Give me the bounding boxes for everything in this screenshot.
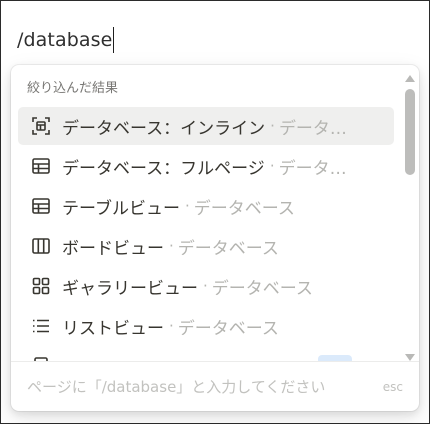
footer-hint: ページに「/database」と入力してください [27, 378, 326, 396]
editor-command-line[interactable]: /database [17, 25, 115, 55]
menu-item-inline-database[interactable]: データベース：インライン · データ… [18, 107, 394, 145]
slash-command-text[interactable]: /database [17, 29, 112, 51]
board-icon [30, 235, 52, 257]
menu-footer: ページに「/database」と入力してください esc [11, 362, 419, 411]
menu-item-full-page-database[interactable]: データベース：フルページ · データ… [18, 147, 394, 185]
section-header-filtered-results: 絞り込んだ結果 [27, 81, 119, 96]
menu-item-gallery-view[interactable]: ギャラリービュー · データベース [18, 267, 394, 305]
menu-item-separator: · [184, 197, 190, 215]
menu-item-label: テーブルビュー [62, 198, 180, 219]
table-icon [30, 195, 52, 217]
menu-item-description: データベース [211, 278, 313, 299]
menu-item-partially-visible[interactable] [18, 347, 394, 361]
esc-shortcut-hint[interactable]: esc [383, 380, 403, 394]
scroll-thumb[interactable] [405, 89, 415, 175]
text-caret [113, 27, 115, 53]
menu-item-description: データベース [193, 198, 295, 219]
menu-item-label: ギャラリービュー [62, 278, 198, 299]
gallery-icon [30, 275, 52, 297]
command-list[interactable]: 絞り込んだ結果 データベース：インライン · データ… データベース：フルページ… [11, 65, 403, 361]
menu-item-table-view[interactable]: テーブルビュー · データベース [18, 187, 394, 225]
menu-item-list-view[interactable]: リストビュー · データベース [18, 307, 394, 345]
table-icon [30, 155, 52, 177]
scroll-up-arrow-icon[interactable] [405, 75, 415, 82]
inline-database-icon [30, 115, 52, 137]
menu-item-board-view[interactable]: ボードビュー · データベース [18, 227, 394, 265]
menu-item-description: データ… [278, 158, 347, 179]
menu-item-separator: · [169, 237, 174, 255]
menu-item-description: データ… [278, 118, 347, 139]
menu-scrollbar[interactable] [403, 71, 417, 363]
menu-item-label: データベース：インライン [62, 118, 266, 139]
menu-item-label: リストビュー [62, 318, 164, 339]
menu-item-separator: · [203, 277, 208, 295]
menu-item-description: データベース [177, 238, 279, 259]
menu-item-label: データベース：フルページ [62, 158, 265, 179]
screenshot-frame: /database 絞り込んだ結果 データベース：インライン · データ… デー… [0, 0, 430, 424]
menu-item-separator: · [269, 157, 275, 175]
slash-command-menu: 絞り込んだ結果 データベース：インライン · データ… データベース：フルページ… [11, 65, 419, 411]
menu-item-description: データベース [177, 318, 279, 339]
list-icon [30, 315, 52, 337]
menu-item-separator: · [270, 117, 275, 135]
scroll-down-arrow-icon[interactable] [405, 354, 415, 361]
menu-item-separator: · [169, 317, 174, 335]
menu-item-label: ボードビュー [62, 238, 164, 259]
